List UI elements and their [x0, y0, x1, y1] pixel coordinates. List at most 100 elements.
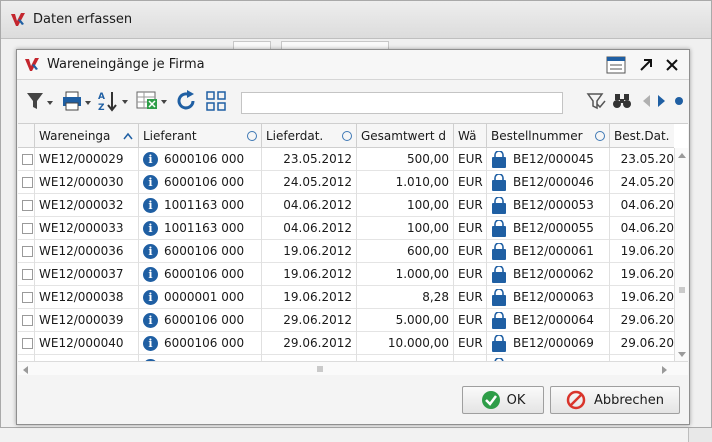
row-checkbox[interactable] — [22, 200, 33, 211]
column-header-order-date[interactable]: Best.Dat. — [610, 124, 674, 148]
search-input[interactable] — [241, 92, 563, 114]
currency-cell: EUR — [454, 148, 487, 171]
table-row[interactable]: WE12/000036 i 6000106 000 19.06.2012 600,00 E… — [18, 240, 674, 263]
row-checkbox[interactable] — [22, 338, 33, 349]
filter-icon[interactable] — [25, 88, 55, 114]
row-checkbox[interactable] — [22, 292, 33, 303]
filter-check-icon[interactable] — [585, 88, 607, 114]
scroll-down-icon[interactable] — [678, 352, 686, 358]
currency-cell: EUR — [454, 217, 487, 240]
supplier-cell: i 0000001 000 — [139, 286, 262, 309]
column-header-supplier[interactable]: Lieferant — [139, 124, 262, 148]
dialog-title: Wareneingänge je Firma — [47, 57, 205, 72]
info-icon[interactable]: i — [143, 336, 158, 351]
row-checkbox[interactable] — [22, 177, 33, 188]
delivery-date-cell: 04.06.2012 — [262, 217, 357, 240]
scroll-grip-icon[interactable] — [316, 365, 324, 373]
table-row[interactable]: WE12/000038 i 0000001 000 19.06.2012 8,28 EUR… — [18, 286, 674, 309]
receipt-number-cell: WE12/000033 — [35, 217, 139, 240]
svg-text:A: A — [98, 92, 105, 102]
order-number-cell: BE12/000063 — [487, 286, 610, 309]
close-icon[interactable] — [661, 54, 683, 76]
next-icon[interactable] — [655, 88, 669, 114]
column-options-icon[interactable] — [247, 131, 257, 141]
row-checkbox[interactable] — [22, 223, 33, 234]
info-icon[interactable]: i — [143, 313, 158, 328]
receipt-number-cell: WE12/000040 — [35, 332, 139, 355]
shopping-bag-icon[interactable] — [491, 219, 507, 238]
horizontal-scrollbar[interactable] — [18, 361, 688, 375]
svg-text:Z: Z — [98, 103, 105, 113]
table-row[interactable]: WE12/000032 i 1001163 000 04.06.2012 100,00 E… — [18, 194, 674, 217]
table-row[interactable]: WE12/000040 i 6000106 000 29.06.2012 10.000,… — [18, 332, 674, 355]
shopping-bag-icon[interactable] — [491, 265, 507, 284]
shopping-bag-icon[interactable] — [491, 173, 507, 192]
print-icon[interactable] — [61, 88, 93, 114]
previous-icon[interactable] — [639, 88, 653, 114]
order-date-cell: 29.06.20 — [620, 313, 674, 327]
info-icon[interactable]: i — [143, 175, 158, 190]
receipt-number-cell: WE12/000030 — [35, 171, 139, 194]
binoculars-icon[interactable] — [611, 88, 633, 114]
info-icon[interactable]: i — [143, 267, 158, 282]
table-row[interactable]: WE12/000037 i 6000106 000 19.06.2012 1.000,0… — [18, 263, 674, 286]
ok-button[interactable]: OK — [462, 386, 544, 414]
info-icon[interactable]: i — [143, 198, 158, 213]
shopping-bag-icon[interactable] — [491, 334, 507, 353]
info-icon[interactable]: i — [143, 152, 158, 167]
order-number-cell: BE12/000069 — [487, 332, 610, 355]
table-row[interactable]: WE12/000039 i 6000106 000 29.06.2012 5.000,0… — [18, 309, 674, 332]
order-number-value: BE12/000062 — [513, 267, 594, 281]
column-header-receipt[interactable]: Wareneinga — [35, 124, 139, 148]
layout-icon[interactable] — [605, 54, 627, 76]
dialog-footer: OK Abbrechen — [17, 376, 689, 424]
scroll-right-icon[interactable] — [662, 366, 668, 374]
outer-title-bar: Daten erfassen — [1, 1, 711, 39]
export-excel-icon[interactable] — [135, 88, 169, 114]
column-options-icon[interactable] — [342, 131, 352, 141]
scroll-up-icon[interactable] — [678, 152, 686, 158]
shopping-bag-icon[interactable] — [491, 288, 507, 307]
column-header-total-value[interactable]: Gesamtwert d — [357, 124, 454, 148]
currency-cell: EUR — [454, 332, 487, 355]
order-date-cell: 19.06.20 — [620, 290, 674, 304]
order-date-cell: 24.05.20 — [620, 175, 674, 189]
receipt-number-cell: WE12/000039 — [35, 309, 139, 332]
supplier-cell: i 6000106 000 — [139, 332, 262, 355]
info-icon[interactable]: i — [143, 244, 158, 259]
vertical-scrollbar[interactable] — [674, 148, 688, 361]
shopping-bag-icon[interactable] — [491, 150, 507, 169]
table-header: Wareneinga Lieferant Lieferdat. Gesamtwe… — [18, 124, 674, 148]
order-date-cell: 04.06.20 — [620, 198, 674, 212]
order-number-cell: BE12/000053 — [487, 194, 610, 217]
row-select-cell — [18, 148, 35, 171]
shopping-bag-icon[interactable] — [491, 196, 507, 215]
row-checkbox[interactable] — [22, 154, 33, 165]
shopping-bag-icon[interactable] — [491, 311, 507, 330]
info-icon[interactable]: i — [143, 290, 158, 305]
column-options-icon[interactable] — [595, 131, 605, 141]
sort-az-icon[interactable]: AZ — [97, 88, 131, 114]
row-checkbox[interactable] — [22, 246, 33, 257]
maximize-arrow-icon[interactable] — [635, 54, 657, 76]
column-header-order-number[interactable]: Bestellnummer — [487, 124, 610, 148]
supplier-value: 6000106 000 — [164, 175, 245, 189]
info-icon[interactable]: i — [143, 221, 158, 236]
table-row[interactable]: WE12/000033 i 1001163 000 04.06.2012 100,00 E… — [18, 217, 674, 240]
currency-cell: EUR — [454, 263, 487, 286]
scroll-left-icon[interactable] — [22, 366, 28, 374]
total-value-cell: 600,00 — [357, 240, 454, 263]
shopping-bag-icon[interactable] — [491, 242, 507, 261]
table-row[interactable]: WE12/000029 i 6000106 000 23.05.2012 500,00 E… — [18, 148, 674, 171]
total-value-cell: 1.010,00 — [357, 171, 454, 194]
cancel-button[interactable]: Abbrechen — [550, 386, 680, 414]
table-row[interactable]: WE12/000030 i 6000106 000 24.05.2012 1.010,0… — [18, 171, 674, 194]
scroll-grip-icon[interactable] — [678, 286, 686, 294]
grid-view-icon[interactable] — [203, 88, 229, 114]
row-checkbox[interactable] — [22, 269, 33, 280]
column-header-delivery-date[interactable]: Lieferdat. — [262, 124, 357, 148]
row-checkbox[interactable] — [22, 315, 33, 326]
refresh-icon[interactable] — [173, 88, 199, 114]
column-header-currency[interactable]: Wä — [454, 124, 487, 148]
app-logo-icon — [25, 57, 39, 71]
